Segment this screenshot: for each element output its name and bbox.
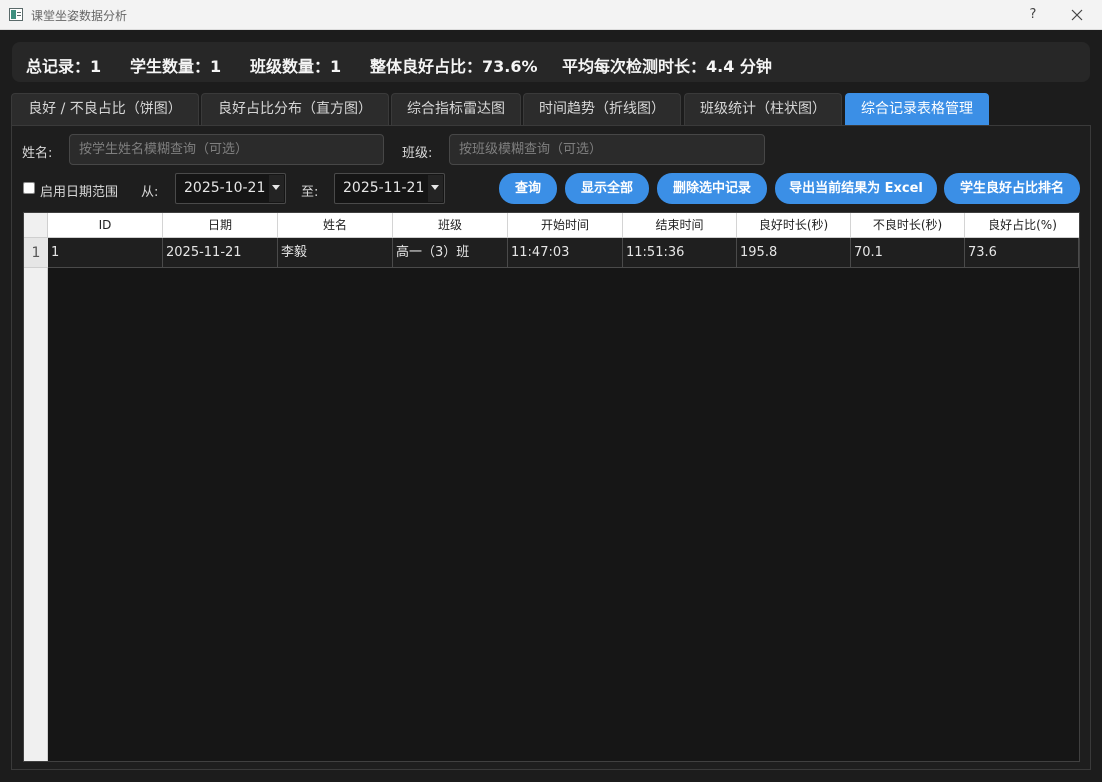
from-date-picker[interactable]: 2025-10-21 [175,173,286,204]
cell-name[interactable]: 李毅 [278,238,393,268]
cell-good-ratio[interactable]: 73.6 [965,238,1079,268]
column-header-end-time[interactable]: 结束时间 [623,213,737,238]
tab-histogram[interactable]: 良好占比分布（直方图） [201,93,389,125]
chevron-down-icon[interactable] [428,175,443,202]
tab-radar-chart[interactable]: 综合指标雷达图 [391,93,521,125]
name-search-input[interactable] [69,134,384,165]
tab-records-table[interactable]: 综合记录表格管理 [845,93,989,125]
column-header-date[interactable]: 日期 [163,213,278,238]
cell-good-duration[interactable]: 195.8 [737,238,851,268]
column-header-bad-duration[interactable]: 不良时长(秒) [851,213,965,238]
tab-trend-line-chart[interactable]: 时间趋势（折线图） [523,93,681,125]
cell-start-time[interactable]: 11:47:03 [508,238,623,268]
good-ratio-stat: 整体良好占比：73.6% [370,57,538,76]
app-icon [9,8,23,21]
date-range-checkbox[interactable] [23,182,35,194]
class-filter-label: 班级: [402,146,433,161]
table-row[interactable]: 1 2025-11-21 李毅 高一（3）班 11:47:03 11:51:36… [48,238,1079,268]
cell-bad-duration[interactable]: 70.1 [851,238,965,268]
from-date-label: 从: [141,185,159,200]
to-date-label: 至: [301,185,319,200]
column-header-good-ratio[interactable]: 良好占比(%) [965,213,1079,238]
show-all-button[interactable]: 显示全部 [565,173,649,204]
column-header-start-time[interactable]: 开始时间 [508,213,623,238]
delete-selected-button[interactable]: 删除选中记录 [657,173,767,204]
total-records-stat: 总记录：1 [26,57,102,76]
records-table[interactable]: ID 日期 姓名 班级 开始时间 结束时间 良好时长(秒) 不良时长(秒) 良好… [23,212,1080,762]
close-icon[interactable] [1066,4,1088,26]
from-date-value: 2025-10-21 [184,180,266,196]
row-header-strip [24,238,48,761]
window-title: 课堂坐姿数据分析 [31,9,128,23]
tab-pie-chart[interactable]: 良好 / 不良占比（饼图） [11,93,199,125]
column-header-good-duration[interactable]: 良好时长(秒) [737,213,851,238]
cell-id[interactable]: 1 [48,238,163,268]
table-corner[interactable] [24,213,48,238]
student-count-stat: 学生数量：1 [130,57,222,76]
query-button[interactable]: 查询 [499,173,557,204]
column-header-class[interactable]: 班级 [393,213,508,238]
to-date-picker[interactable]: 2025-11-21 [334,173,445,204]
avg-duration-stat: 平均每次检测时长：4.4 分钟 [562,57,772,76]
export-excel-button[interactable]: 导出当前结果为 Excel [775,173,937,204]
summary-stats-bar: 总记录：1 学生数量：1 班级数量：1 整体良好占比：73.6% 平均每次检测时… [12,42,1090,82]
name-filter-label: 姓名: [22,146,53,161]
help-button[interactable]: ? [1022,4,1044,26]
class-count-stat: 班级数量：1 [250,57,342,76]
column-header-name[interactable]: 姓名 [278,213,393,238]
column-header-id[interactable]: ID [48,213,163,238]
cell-end-time[interactable]: 11:51:36 [623,238,737,268]
cell-class[interactable]: 高一（3）班 [393,238,508,268]
row-header[interactable]: 1 [24,238,48,268]
chevron-down-icon[interactable] [269,175,284,202]
title-bar: 课堂坐姿数据分析 ? [0,0,1102,30]
to-date-value: 2025-11-21 [343,180,425,196]
student-ranking-button[interactable]: 学生良好占比排名 [944,173,1080,204]
tab-class-bar-chart[interactable]: 班级统计（柱状图） [684,93,842,125]
cell-date[interactable]: 2025-11-21 [163,238,278,268]
class-search-input[interactable] [449,134,765,165]
date-range-label: 启用日期范围 [40,185,119,200]
